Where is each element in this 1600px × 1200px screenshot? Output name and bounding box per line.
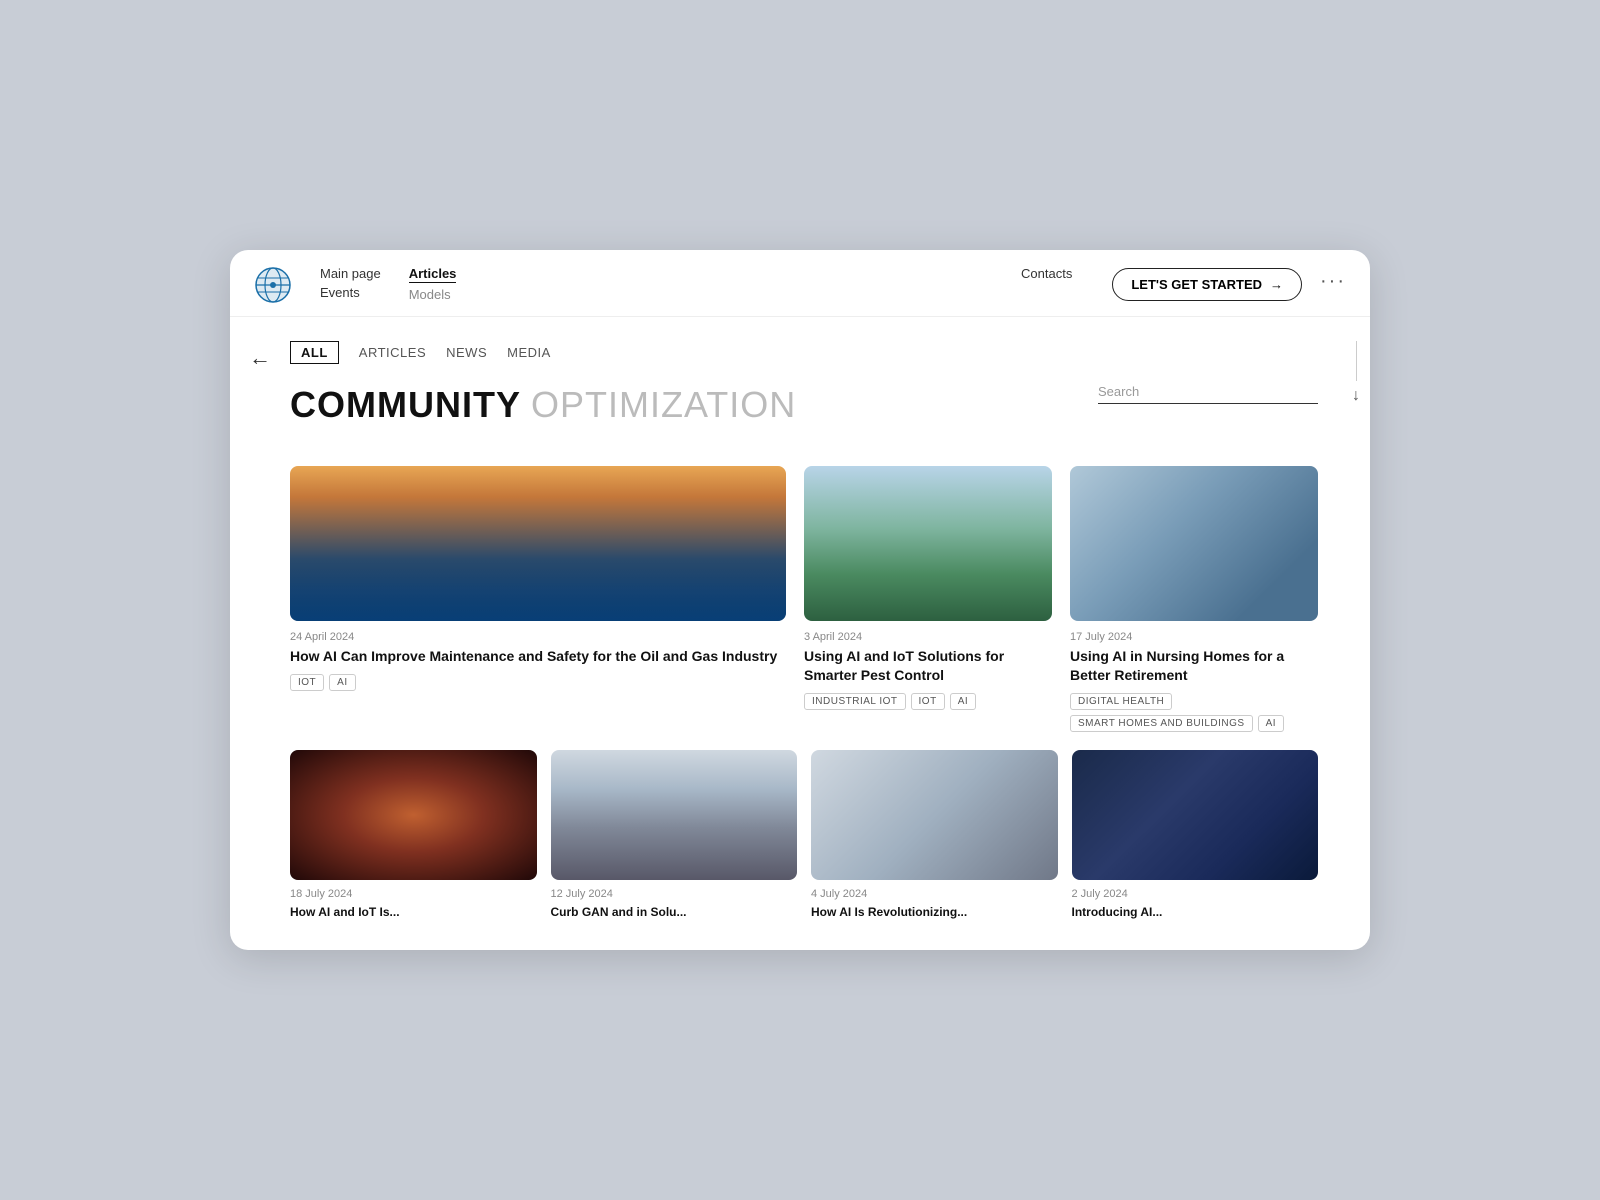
search-underline	[1098, 403, 1318, 404]
logo[interactable]	[254, 266, 292, 304]
article-date: 17 July 2024	[1070, 631, 1318, 643]
tag[interactable]: AI	[950, 693, 976, 710]
article-tags: DIGITAL HEALTH SMART HOMES AND BUILDINGS…	[1070, 693, 1318, 732]
heading-light: OPTIMIZATION	[531, 384, 796, 426]
article-title: How AI Is Revolutionizing...	[811, 904, 1058, 920]
nav-events[interactable]: Events	[320, 285, 381, 300]
cta-label: LET'S GET STARTED	[1131, 277, 1262, 292]
tab-news[interactable]: NEWS	[446, 345, 487, 360]
content-area: ALL ARTICLES NEWS MEDIA COMMUNITY OPTIMI…	[290, 317, 1342, 950]
heading-bold: COMMUNITY	[290, 384, 521, 426]
article-date: 4 July 2024	[811, 888, 1058, 900]
article-title: Using AI and IoT Solutions for Smarter P…	[804, 647, 1052, 685]
navigation: Main page Events Articles Models Contact…	[230, 250, 1370, 317]
nav-col1: Main page Events	[320, 266, 381, 300]
tag[interactable]: AI	[329, 674, 355, 691]
nav-articles[interactable]: Articles	[409, 266, 457, 283]
tab-media[interactable]: MEDIA	[507, 345, 551, 360]
article-date: 2 July 2024	[1072, 888, 1319, 900]
search-area: Search	[1098, 384, 1318, 404]
article-image	[551, 750, 798, 880]
nav-col3: Contacts	[1021, 266, 1072, 281]
scroll-track	[1356, 341, 1357, 381]
back-button[interactable]: ←	[249, 345, 271, 371]
scroll-bar: ↓	[1342, 317, 1370, 950]
tag[interactable]: IOT	[290, 674, 324, 691]
tab-articles[interactable]: ARTICLES	[359, 345, 426, 360]
article-image	[811, 750, 1058, 880]
more-options-button[interactable]: ···	[1320, 270, 1346, 293]
article-title: Using AI in Nursing Homes for a Better R…	[1070, 647, 1318, 685]
article-card[interactable]: 4 July 2024 How AI Is Revolutionizing...	[811, 750, 1058, 926]
main-content: ← ALL ARTICLES NEWS MEDIA COMMUNITY OPTI…	[230, 317, 1370, 950]
article-title: Introducing AI...	[1072, 904, 1319, 920]
tag[interactable]: SMART HOMES AND BUILDINGS	[1070, 715, 1253, 732]
article-card[interactable]: 12 July 2024 Curb GAN and in Solu...	[551, 750, 798, 926]
articles-bottom-row: 18 July 2024 How AI and IoT Is... 12 Jul…	[290, 750, 1318, 926]
article-image	[1072, 750, 1319, 880]
sidebar: ←	[230, 317, 290, 950]
tag[interactable]: DIGITAL HEALTH	[1070, 693, 1172, 710]
article-date: 3 April 2024	[804, 631, 1052, 643]
article-image	[1070, 466, 1318, 621]
article-image	[290, 750, 537, 880]
article-card[interactable]: 3 April 2024 Using AI and IoT Solutions …	[804, 466, 1052, 732]
search-label: Search	[1098, 384, 1318, 399]
article-card[interactable]: 18 July 2024 How AI and IoT Is...	[290, 750, 537, 926]
article-date: 18 July 2024	[290, 888, 537, 900]
article-image	[804, 466, 1052, 621]
article-date: 12 July 2024	[551, 888, 798, 900]
nav-contacts[interactable]: Contacts	[1021, 266, 1072, 281]
article-title: How AI and IoT Is...	[290, 904, 537, 920]
article-card[interactable]: 17 July 2024 Using AI in Nursing Homes f…	[1070, 466, 1318, 732]
article-tags: INDUSTRIAL IOT IOT AI	[804, 693, 1052, 710]
article-title: How AI Can Improve Maintenance and Safet…	[290, 647, 786, 666]
article-date: 24 April 2024	[290, 631, 786, 643]
tag[interactable]: IOT	[911, 693, 945, 710]
tag[interactable]: AI	[1258, 715, 1284, 732]
article-card[interactable]: 24 April 2024 How AI Can Improve Mainten…	[290, 466, 786, 732]
arrow-right-icon: →	[1270, 277, 1283, 292]
article-image	[290, 466, 786, 621]
article-tags: IOT AI	[290, 674, 786, 691]
page-heading: COMMUNITY OPTIMIZATION	[290, 384, 1074, 426]
filter-tabs: ALL ARTICLES NEWS MEDIA	[290, 341, 1318, 364]
nav-main-page[interactable]: Main page	[320, 266, 381, 281]
article-card[interactable]: 2 July 2024 Introducing AI...	[1072, 750, 1319, 926]
tab-all[interactable]: ALL	[290, 341, 339, 364]
articles-top-row: 24 April 2024 How AI Can Improve Mainten…	[290, 466, 1318, 732]
nav-models[interactable]: Models	[409, 287, 457, 302]
tag[interactable]: INDUSTRIAL IOT	[804, 693, 906, 710]
nav-col2: Articles Models	[409, 266, 457, 302]
scroll-down-icon[interactable]: ↓	[1352, 387, 1360, 405]
article-title: Curb GAN and in Solu...	[551, 904, 798, 920]
browser-window: Main page Events Articles Models Contact…	[230, 250, 1370, 950]
cta-button[interactable]: LET'S GET STARTED →	[1112, 268, 1302, 301]
